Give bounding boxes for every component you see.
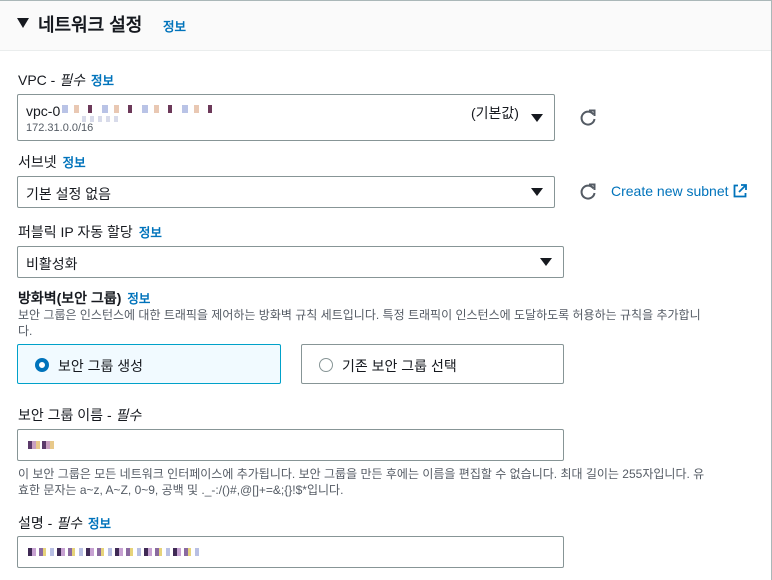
sg-description-required: 필수 <box>56 515 82 531</box>
section-title: 네트워크 설정 <box>38 15 143 35</box>
sg-description-label-text: 설명 - <box>18 515 57 531</box>
vpc-id-redacted <box>62 105 212 113</box>
chevron-down-icon <box>531 114 543 122</box>
sg-name-required: 필수 <box>115 407 142 423</box>
vpc-label: VPC - 필수 정보 <box>18 70 114 90</box>
sg-description-label: 설명 - 필수 정보 <box>18 513 111 533</box>
sg-name-hint: 이 보안 그룹은 모든 네트워크 인터페이스에 추가됩니다. 보안 그룹을 만든… <box>18 466 704 498</box>
public-ip-value: 비활성화 <box>26 256 78 272</box>
select-existing-security-group-option[interactable]: 기존 보안 그룹 선택 <box>301 344 564 384</box>
public-ip-label: 퍼블릭 IP 자동 할당 정보 <box>18 222 162 242</box>
refresh-icon[interactable] <box>578 108 598 128</box>
external-link-icon[interactable] <box>733 184 747 198</box>
sg-name-hint-line2: 효한 문자는 a~z, A~Z, 0~9, 공백 및 ._-:/()#,@[]+… <box>18 483 344 497</box>
subnet-select[interactable]: 기본 설정 없음 <box>17 176 555 208</box>
sg-name-label: 보안 그룹 이름 - 필수 <box>18 405 141 425</box>
firewall-label-text: 방화벽(보안 그룹) <box>18 290 122 306</box>
subnet-label: 서브넷 정보 <box>18 152 86 172</box>
sg-name-label-text: 보안 그룹 이름 - <box>18 407 116 423</box>
sg-name-input[interactable] <box>17 429 564 461</box>
vpc-value: vpc-0 <box>26 103 61 119</box>
create-security-group-option[interactable]: 보안 그룹 생성 <box>17 344 281 384</box>
caret-down-icon[interactable] <box>17 18 29 28</box>
public-ip-select[interactable]: 비활성화 <box>17 246 564 278</box>
vpc-label-text: VPC - <box>18 72 60 88</box>
chevron-down-icon <box>540 258 552 266</box>
sg-description-input[interactable] <box>17 536 564 568</box>
vpc-default-tag: (기본값) <box>471 105 519 121</box>
sg-name-redacted <box>28 441 56 449</box>
vpc-cidr: 172.31.0.0/16 <box>26 122 94 134</box>
firewall-description-line1: 보안 그룹은 인스턴스에 대한 트래픽을 제어하는 방화벽 규칙 세트입니다. … <box>18 308 701 322</box>
vpc-select[interactable]: vpc-0 172.31.0.0/16 (기본값) <box>17 94 555 141</box>
section-info-link[interactable]: 정보 <box>163 16 186 35</box>
select-existing-security-group-label: 기존 보안 그룹 선택 <box>342 358 457 374</box>
subnet-info-link[interactable]: 정보 <box>63 156 86 170</box>
subnet-label-text: 서브넷 <box>18 154 57 170</box>
sg-description-redacted <box>28 548 200 556</box>
firewall-description: 보안 그룹은 인스턴스에 대한 트래픽을 제어하는 방화벽 규칙 세트입니다. … <box>18 307 701 339</box>
public-ip-label-text: 퍼블릭 IP 자동 할당 <box>18 224 133 240</box>
radio-icon[interactable] <box>319 358 333 372</box>
subnet-value: 기본 설정 없음 <box>26 186 112 202</box>
vpc-info-link[interactable]: 정보 <box>91 74 114 88</box>
chevron-down-icon <box>531 188 543 196</box>
radio-icon[interactable] <box>35 358 49 372</box>
create-security-group-label: 보안 그룹 생성 <box>58 358 144 374</box>
firewall-info-link[interactable]: 정보 <box>127 292 150 306</box>
refresh-icon[interactable] <box>578 182 598 202</box>
sg-description-info-link[interactable]: 정보 <box>88 517 111 531</box>
public-ip-info-link[interactable]: 정보 <box>139 226 162 240</box>
firewall-description-line2: 다. <box>18 324 33 338</box>
create-subnet-link[interactable]: Create new subnet <box>611 183 729 199</box>
section-header[interactable]: 네트워크 설정 정보 <box>0 1 771 51</box>
vpc-required: 필수 <box>59 72 85 88</box>
firewall-label: 방화벽(보안 그룹) 정보 <box>18 288 150 308</box>
sg-name-hint-line1: 이 보안 그룹은 모든 네트워크 인터페이스에 추가됩니다. 보안 그룹을 만든… <box>18 467 705 481</box>
